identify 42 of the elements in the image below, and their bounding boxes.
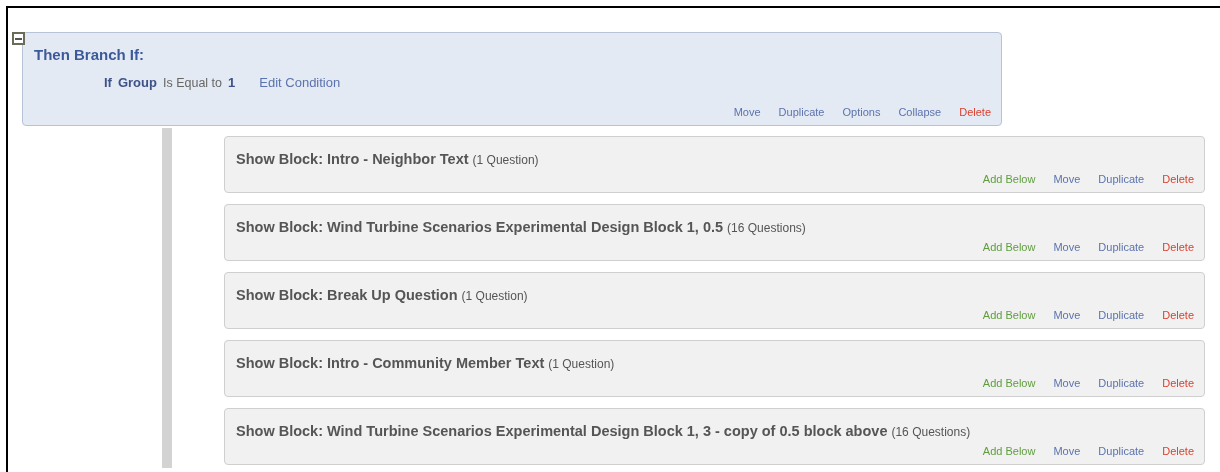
- add-below-link[interactable]: Add Below: [982, 309, 1036, 321]
- action-link[interactable]: Duplicate: [1098, 309, 1145, 321]
- add-below-link[interactable]: Add Below: [982, 241, 1036, 253]
- condition-value: 1: [228, 75, 236, 90]
- add-below-link[interactable]: Add Below: [982, 445, 1036, 457]
- question-count: (16 Questions): [891, 425, 971, 439]
- question-count: (16 Questions): [727, 221, 806, 235]
- action-link[interactable]: Move: [1053, 173, 1081, 185]
- action-link[interactable]: Move: [1053, 309, 1081, 321]
- action-link[interactable]: Move: [1053, 445, 1081, 457]
- condition-keyword: If: [104, 75, 112, 90]
- delete-link[interactable]: Delete: [1162, 377, 1194, 389]
- add-below-link[interactable]: Add Below: [982, 377, 1036, 389]
- delete-link[interactable]: Delete: [959, 106, 991, 118]
- block-title: Show Block: Intro - Community Member Text: [236, 355, 545, 371]
- question-count: (1 Question): [472, 153, 539, 167]
- action-link[interactable]: Move: [1053, 377, 1081, 389]
- action-link[interactable]: Collapse: [898, 106, 942, 118]
- action-link[interactable]: Move: [1053, 241, 1081, 253]
- delete-link[interactable]: Delete: [1162, 445, 1194, 457]
- action-link[interactable]: Options: [842, 106, 881, 118]
- add-below-link[interactable]: Add Below: [982, 173, 1036, 185]
- delete-link[interactable]: Delete: [1162, 309, 1194, 321]
- action-link[interactable]: Move: [733, 106, 761, 118]
- delete-link[interactable]: Delete: [1162, 173, 1194, 185]
- action-link[interactable]: Duplicate: [1098, 445, 1145, 457]
- action-link[interactable]: Duplicate: [1098, 173, 1145, 185]
- question-count: (1 Question): [461, 289, 528, 303]
- action-link[interactable]: Duplicate: [778, 106, 825, 118]
- branch-title: Then Branch If:: [34, 46, 145, 63]
- block-title: Show Block: Break Up Question: [236, 287, 458, 303]
- block-title: Show Block: Intro - Neighbor Text: [236, 151, 469, 167]
- question-count: (1 Question): [548, 357, 615, 371]
- action-link[interactable]: Duplicate: [1098, 241, 1145, 253]
- block-title: Show Block: Wind Turbine Scenarios Experimental Design Block 1, 3 - copy of 0.5 block above: [236, 423, 888, 439]
- condition-field: Group: [117, 75, 157, 90]
- block-title: Show Block: Wind Turbine Scenarios Experimental Design Block 1, 0.5: [236, 219, 724, 235]
- action-link[interactable]: Duplicate: [1098, 377, 1145, 389]
- condition-operator: Is Equal to: [162, 76, 223, 90]
- delete-link[interactable]: Delete: [1162, 241, 1194, 253]
- collapse-toggle[interactable]: [12, 32, 25, 45]
- edit-condition-link[interactable]: Edit Condition: [259, 75, 341, 90]
